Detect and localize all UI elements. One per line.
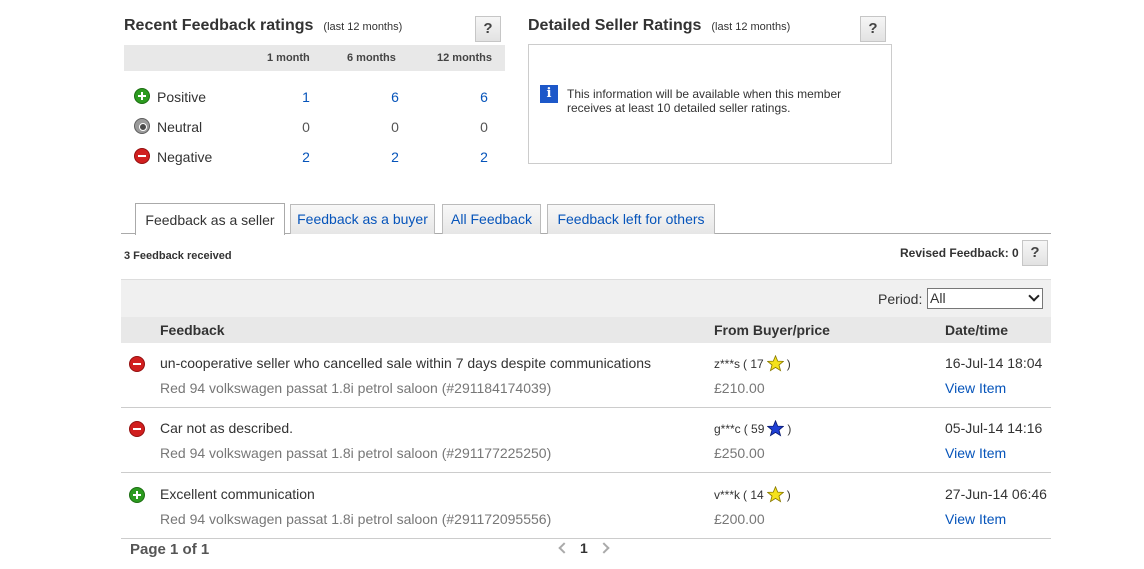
- tab-feedback-as-buyer[interactable]: Feedback as a buyer: [290, 204, 435, 234]
- feedback-date: 27-Jun-14 06:46: [945, 486, 1047, 502]
- dsr-subtitle: (last 12 months): [711, 21, 791, 33]
- page-indicator: Page 1 of 1: [130, 541, 210, 558]
- tab-feedback-as-seller[interactable]: Feedback as a seller: [135, 203, 285, 235]
- revised-feedback: Revised Feedback: 0: [900, 246, 1019, 260]
- tab-feedback-left-for-others[interactable]: Feedback left for others: [547, 204, 715, 234]
- feedback-item: Red 94 volkswagen passat 1.8i petrol sal…: [160, 511, 552, 527]
- period-select[interactable]: All: [927, 288, 1043, 309]
- col-12-months: 12 months: [437, 52, 493, 64]
- star-icon: [766, 486, 784, 503]
- pagination: 1: [558, 540, 610, 556]
- buyer-score-close: ): [787, 421, 792, 436]
- table-row: un-cooperative seller who cancelled sale…: [121, 343, 1051, 408]
- dsr-help-button[interactable]: ?: [860, 16, 886, 42]
- buyer-info: z***s ( 17 ): [714, 355, 791, 372]
- negative-12-months-link[interactable]: 2: [464, 149, 504, 165]
- view-item-link[interactable]: View Item: [945, 445, 1006, 461]
- feedback-date: 16-Jul-14 18:04: [945, 355, 1043, 371]
- feedback-comment: Car not as described.: [160, 420, 294, 436]
- table-row: Excellent communication Red 94 volkswage…: [121, 474, 1051, 539]
- star-icon: [767, 420, 785, 437]
- neutral-1-month: 0: [302, 119, 310, 135]
- period-selected-value: All: [930, 290, 946, 306]
- feedback-comment: Excellent communication: [160, 486, 315, 502]
- recent-feedback-header: 1 month 6 months 12 months: [124, 45, 505, 71]
- recent-row-negative: Negative 2 2 2: [124, 142, 505, 170]
- chevron-right-icon[interactable]: [598, 542, 610, 554]
- chevron-down-icon: [1028, 290, 1040, 302]
- negative-icon: [129, 421, 145, 437]
- buyer-name[interactable]: z***s: [714, 357, 740, 371]
- recent-feedback-heading: Recent Feedback ratings: [124, 17, 314, 34]
- view-item-link[interactable]: View Item: [945, 511, 1006, 527]
- recent-feedback-subtitle: (last 12 months): [323, 21, 403, 33]
- period-bar: Period: All: [121, 279, 1051, 317]
- negative-icon: [134, 148, 150, 164]
- recent-feedback-title: Recent Feedback ratings (last 12 months): [124, 17, 402, 35]
- feedback-item: Red 94 volkswagen passat 1.8i petrol sal…: [160, 380, 552, 396]
- dsr-heading: Detailed Seller Ratings: [528, 17, 702, 34]
- recent-help-button[interactable]: ?: [475, 16, 501, 42]
- page-number-current[interactable]: 1: [580, 540, 588, 556]
- neutral-12-months: 0: [480, 119, 488, 135]
- tab-all-feedback[interactable]: All Feedback: [442, 204, 541, 234]
- col-6-months: 6 months: [347, 52, 396, 64]
- view-item-link[interactable]: View Item: [945, 380, 1006, 396]
- neutral-6-months: 0: [391, 119, 399, 135]
- header-date-time: Date/time: [945, 322, 1009, 338]
- feedback-comment: un-cooperative seller who cancelled sale…: [160, 355, 652, 371]
- feedback-count: 3 Feedback received: [124, 250, 232, 262]
- recent-row-neutral: Neutral 0 0 0: [124, 112, 505, 140]
- neutral-icon: [134, 118, 150, 134]
- item-price: £250.00: [714, 445, 765, 461]
- item-price: £210.00: [714, 380, 765, 396]
- dsr-title: Detailed Seller Ratings (last 12 months): [528, 17, 790, 35]
- dsr-info-text: This information will be available when …: [567, 87, 842, 115]
- buyer-score: ( 14: [743, 487, 764, 502]
- negative-6-months-link[interactable]: 2: [375, 149, 415, 165]
- period-label: Period:: [878, 291, 923, 307]
- row-label: Negative: [157, 149, 213, 165]
- positive-12-months-link[interactable]: 6: [464, 89, 504, 105]
- header-feedback: Feedback: [160, 322, 225, 338]
- feedback-table-header: Feedback From Buyer/price Date/time: [121, 317, 1051, 343]
- feedback-date: 05-Jul-14 14:16: [945, 420, 1043, 436]
- item-price: £200.00: [714, 511, 765, 527]
- buyer-score-close: ): [786, 356, 791, 371]
- buyer-score-close: ): [786, 487, 791, 502]
- buyer-info: g***c ( 59 ): [714, 420, 791, 437]
- buyer-score: ( 17: [743, 356, 764, 371]
- positive-icon: [134, 88, 150, 104]
- dsr-info-box: i This information will be available whe…: [528, 44, 892, 164]
- negative-icon: [129, 356, 145, 372]
- info-icon: i: [540, 85, 558, 103]
- row-label: Positive: [157, 89, 207, 105]
- row-label: Neutral: [157, 119, 203, 135]
- feedback-item: Red 94 volkswagen passat 1.8i petrol sal…: [160, 445, 552, 461]
- buyer-name[interactable]: v***k: [714, 488, 740, 502]
- revised-help-button[interactable]: ?: [1022, 240, 1048, 266]
- positive-1-month-link[interactable]: 1: [286, 89, 326, 105]
- negative-1-month-link[interactable]: 2: [286, 149, 326, 165]
- positive-icon: [129, 487, 145, 503]
- star-icon: [766, 355, 784, 372]
- buyer-score: ( 59: [743, 421, 765, 436]
- buyer-name[interactable]: g***c: [714, 422, 741, 436]
- recent-row-positive: Positive 1 6 6: [124, 82, 505, 110]
- chevron-left-icon[interactable]: [558, 542, 570, 554]
- buyer-info: v***k ( 14 ): [714, 486, 791, 503]
- table-row: Car not as described. Red 94 volkswagen …: [121, 408, 1051, 473]
- col-1-month: 1 month: [267, 52, 310, 64]
- positive-6-months-link[interactable]: 6: [375, 89, 415, 105]
- header-from-buyer-price: From Buyer/price: [714, 322, 830, 338]
